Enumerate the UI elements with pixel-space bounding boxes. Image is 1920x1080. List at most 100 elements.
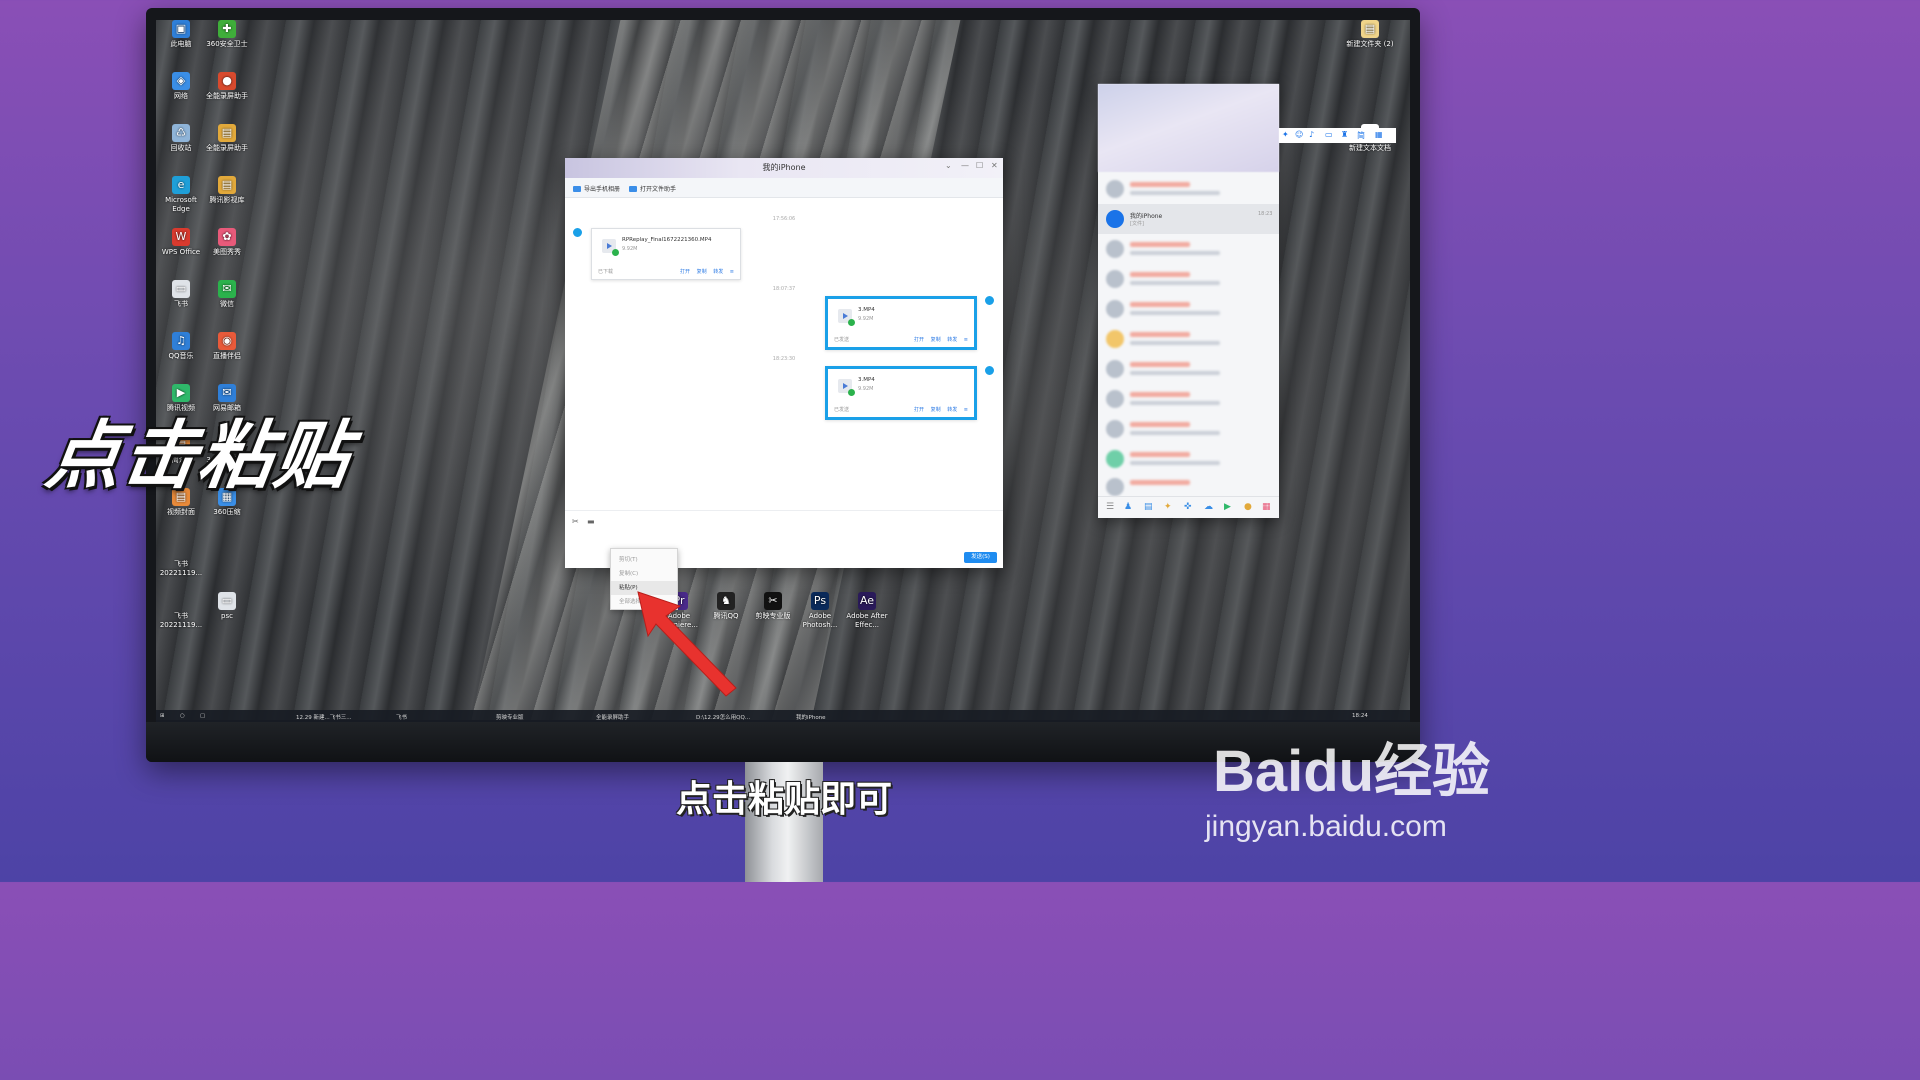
chevron-down-icon[interactable]: ⌄	[945, 161, 952, 170]
computer-avatar[interactable]	[983, 364, 996, 377]
message-timestamp: 17:56:06	[772, 216, 796, 222]
desktop-icon[interactable]: ✉ 微信	[202, 280, 252, 309]
contact-item[interactable]	[1098, 264, 1279, 294]
game-icon[interactable]: ✦	[1164, 502, 1172, 512]
menu-icon[interactable]: ☰	[1106, 502, 1114, 512]
cloud-icon[interactable]: ☁	[1204, 502, 1213, 512]
open-link[interactable]: 打开	[914, 337, 924, 343]
file-actions: 打开 复制 转发 ≡	[909, 406, 968, 413]
desktop-icon[interactable]: ▤ 新建文件夹 (2)	[1345, 20, 1395, 49]
contact-item[interactable]	[1098, 294, 1279, 324]
desktop-icon[interactable]: e Microsoft Edge	[156, 176, 206, 214]
desktop-icon-label: 视频封面	[167, 508, 195, 516]
file-card-sent[interactable]: 3.MP4 9.92M 已发送 打开 复制 转发 ≡	[825, 366, 977, 420]
contact-item[interactable]	[1098, 444, 1279, 474]
close-icon[interactable]: ✕	[991, 161, 998, 170]
taskbar-item[interactable]: 剪映专业版	[496, 713, 524, 721]
file-status: 已下载	[598, 269, 614, 275]
open-folder-button[interactable]: 打开文件助手	[629, 184, 676, 193]
contact-name-blur	[1130, 480, 1190, 485]
baidu-jingyan-logo: Baidu经验	[1205, 710, 1505, 810]
taskbar-item[interactable]: 12.29 新建...飞书三...	[296, 713, 351, 721]
copy-link[interactable]: 复制	[931, 337, 941, 343]
apps-icon[interactable]: ▦	[1375, 130, 1383, 139]
desktop-icon[interactable]: Ae Adobe After Effec...	[842, 592, 892, 630]
taskbar-item[interactable]: D:\12.29怎么用QQ...	[696, 713, 750, 721]
folder-icon[interactable]: ▬	[587, 517, 595, 526]
phone-avatar[interactable]	[571, 226, 584, 239]
menu-item-cut[interactable]: 剪切(T)	[611, 553, 677, 567]
desktop-icon[interactable]: ✿ 美图秀秀	[202, 228, 252, 257]
play-icon[interactable]: ▶	[1224, 502, 1231, 512]
emoji-icon[interactable]: ☺	[1295, 130, 1303, 139]
desktop-icon[interactable]: 飞书 20221119...	[156, 592, 206, 630]
copy-link[interactable]: 复制	[931, 407, 941, 413]
gamepad-icon[interactable]: ✜	[1184, 502, 1192, 512]
more-icon[interactable]: ≡	[730, 269, 734, 275]
send-button[interactable]: 发送(S)	[964, 552, 997, 563]
contact-item-my-iphone[interactable]: 我的iPhone [文件] 18:23	[1098, 204, 1279, 234]
contacts-icon[interactable]: ♟	[1124, 502, 1132, 512]
contact-item[interactable]	[1098, 354, 1279, 384]
desktop-icon[interactable]: ✂ 剪映专业版	[748, 592, 798, 621]
desktop-icon[interactable]: Ps Adobe Photosh...	[795, 592, 845, 630]
desktop-icon[interactable]: ▤ 全能录屏助手	[202, 124, 252, 153]
open-link[interactable]: 打开	[680, 269, 690, 275]
desktop-icon[interactable]: ◉ 直播伴侣	[202, 332, 252, 361]
maximize-icon[interactable]: ☐	[976, 161, 983, 170]
app-icon: ▤	[218, 124, 236, 142]
file-card-received[interactable]: RPReplay_Final1672221360.MP4 9.92M 已下载 打…	[591, 228, 741, 280]
file-card-sent[interactable]: 3.MP4 9.92M 已发送 打开 复制 转发 ≡	[825, 296, 977, 350]
contact-item[interactable]	[1098, 174, 1279, 204]
desktop-icon[interactable]: ✚ 360安全卫士	[202, 20, 252, 49]
contact-item[interactable]	[1098, 384, 1279, 414]
desktop-icon[interactable]	[202, 540, 252, 560]
copy-link[interactable]: 复制	[697, 269, 707, 275]
taskbar-item[interactable]: 飞书	[396, 713, 407, 721]
contact-item[interactable]	[1098, 324, 1279, 354]
spark-icon[interactable]: ✦	[1282, 130, 1289, 139]
more-icon[interactable]: ≡	[964, 407, 968, 413]
chat-toolbar-strip: ✦ ☺ ♪ ▭ ♜ 简 ▦	[1279, 128, 1396, 143]
desktop-icon-label: 新建文件夹 (2)	[1346, 40, 1394, 48]
start-icon[interactable]: ⊞	[160, 713, 165, 719]
menu-item-copy[interactable]: 复制(C)	[611, 567, 677, 581]
taskbar-item[interactable]: 我的iPhone	[796, 713, 826, 721]
contact-name: 我的iPhone	[1130, 213, 1163, 220]
desktop-icon[interactable]: ◈ 网络	[156, 72, 206, 101]
mic-icon[interactable]: ♪	[1309, 130, 1314, 139]
screenshot-icon[interactable]: ▭	[1325, 130, 1333, 139]
shirt-icon[interactable]: ♜	[1341, 130, 1348, 139]
contact-item[interactable]	[1098, 414, 1279, 444]
app-icon: ✂	[764, 592, 782, 610]
desktop-icon[interactable]: ● 全能录屏助手	[202, 72, 252, 101]
search-icon[interactable]: ○	[180, 713, 185, 719]
file-icon[interactable]: ▤	[1144, 502, 1153, 512]
coin-icon[interactable]: ●	[1244, 502, 1252, 512]
minimize-icon[interactable]: —	[961, 161, 969, 170]
desktop-icon[interactable]: 飞书 20221119...	[156, 540, 206, 578]
desktop-icon[interactable]: ♫ QQ音乐	[156, 332, 206, 361]
desktop-icon[interactable]: ♺ 回收站	[156, 124, 206, 153]
apps-icon[interactable]: ▦	[1262, 502, 1271, 512]
more-icon[interactable]: ≡	[964, 337, 968, 343]
contact-item[interactable]	[1098, 234, 1279, 264]
desktop-icon[interactable]: ▤ 腾讯影视库	[202, 176, 252, 205]
forward-link[interactable]: 转发	[947, 337, 957, 343]
taskbar-item[interactable]: 全能录屏助手	[596, 713, 629, 721]
computer-avatar[interactable]	[983, 294, 996, 307]
forward-link[interactable]: 转发	[713, 269, 723, 275]
open-link[interactable]: 打开	[914, 407, 924, 413]
translate-icon[interactable]: 简	[1357, 130, 1365, 141]
task-view-icon[interactable]: ▢	[200, 713, 205, 719]
export-album-button[interactable]: 导出手机相册	[573, 184, 620, 193]
desktop-icon[interactable]: ▣ 此电脑	[156, 20, 206, 49]
forward-link[interactable]: 转发	[947, 407, 957, 413]
desktop-icon[interactable]: ▭ psc	[202, 592, 252, 621]
scissors-icon[interactable]: ✂	[572, 517, 579, 526]
contact-item[interactable]	[1098, 472, 1279, 496]
desktop-icon[interactable]: W WPS Office	[156, 228, 206, 257]
file-actions: 打开 复制 转发 ≡	[909, 336, 968, 343]
file-name: RPReplay_Final1672221360.MP4	[622, 237, 712, 243]
desktop-icon[interactable]: ▭ 飞书	[156, 280, 206, 309]
